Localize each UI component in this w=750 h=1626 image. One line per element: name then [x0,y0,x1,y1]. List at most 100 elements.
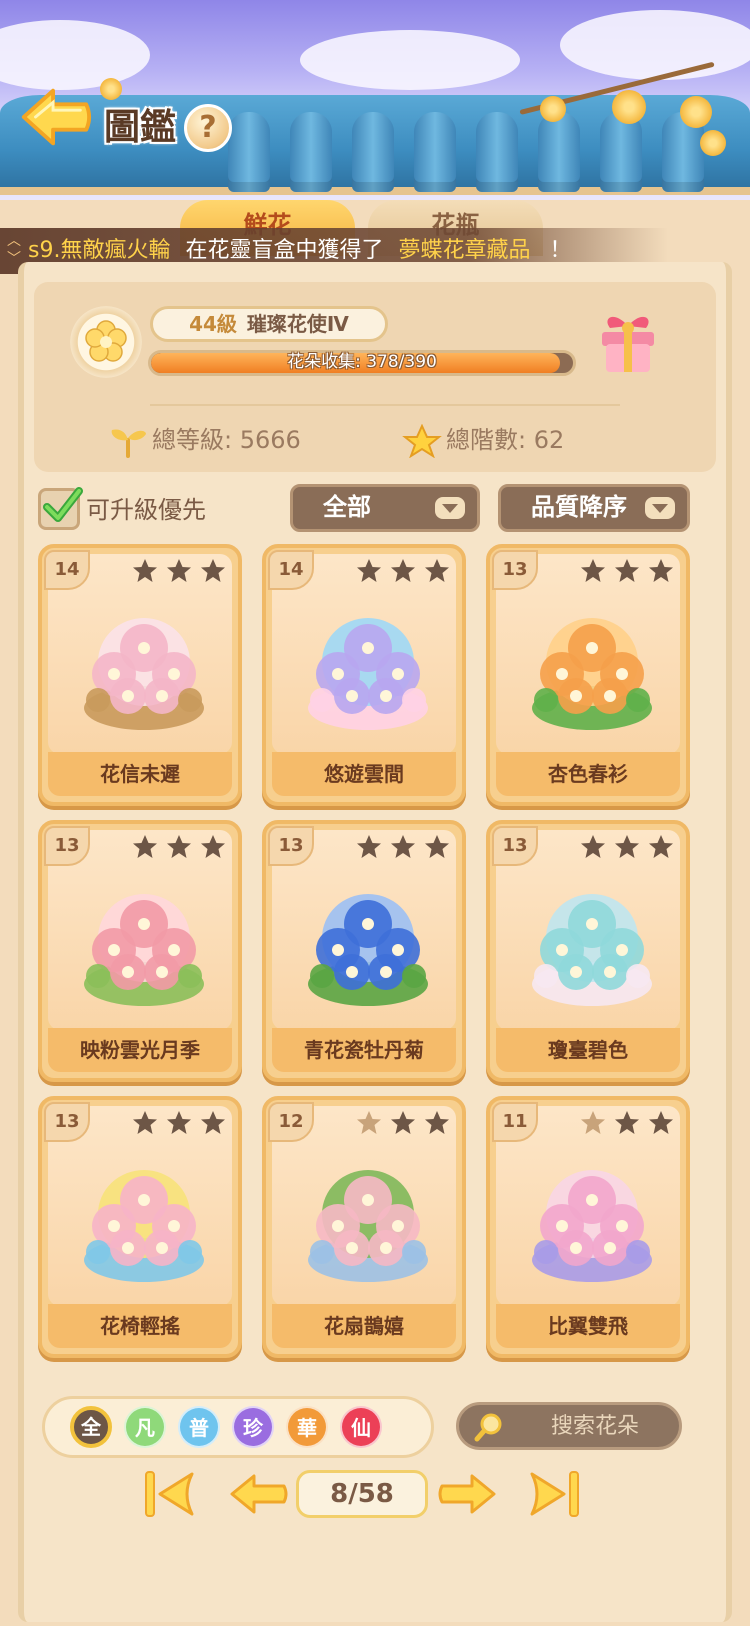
blossom-decoration [680,96,712,128]
collection-progress-text: 花朵收集: 378/390 [287,352,437,372]
card-name: 悠遊雲間 [272,752,456,796]
previous-page-button[interactable] [228,1468,290,1520]
flower-artwork-icon [532,1170,652,1282]
flower-card[interactable]: 14 花信未遲 [38,544,242,806]
page-title: 圖鑑 [104,107,177,148]
ticker-player: s9.無敵瘋火輪 [28,238,171,263]
rarity-filter-epic[interactable]: 華 [286,1406,328,1448]
star-icon [201,835,225,858]
roof-tile [600,112,642,192]
blossom-decoration [700,130,726,156]
star-icon [201,559,225,582]
total-stars-stat: 總階數: 62 [402,420,564,460]
total-level-text: 總等級: 5666 [152,426,301,454]
sort-dropdown-value: 品質降序 [531,493,627,521]
rarity-filter-normal[interactable]: 普 [178,1406,220,1448]
rarity-filter-rare[interactable]: 珍 [232,1406,274,1448]
card-name: 花椅輕搖 [48,1304,232,1348]
upgradable-first-checkbox[interactable] [38,487,83,530]
card-name: 杏色春衫 [496,752,680,796]
star-icon [167,835,191,858]
flower-artwork-icon [308,894,428,1006]
star-icon [133,835,157,858]
card-level-badge: 13 [492,550,538,590]
flower-card[interactable]: 14 悠遊雲間 [262,544,466,806]
rarity-filter-common[interactable]: 凡 [124,1406,166,1448]
cloud-decoration [300,30,520,90]
star-icon [357,559,381,582]
rank-medal [70,306,142,378]
help-button[interactable]: ? [184,104,232,152]
flower-artwork-icon [308,1170,428,1282]
next-page-button[interactable] [436,1468,498,1520]
roof-tile [228,112,270,192]
page-indicator: 8/58 [296,1470,428,1518]
star-icon [615,559,639,582]
ticker-item: 夢蝶花章藏品 [398,238,531,263]
sort-dropdown[interactable]: 品質降序 [498,484,690,532]
flower-artwork-icon [532,618,652,730]
roof-tile [290,112,332,192]
star-icon [425,835,449,858]
flower-card[interactable]: 11 比翼雙飛 [486,1096,690,1358]
last-page-button[interactable] [526,1468,582,1520]
rarity-filter-immortal[interactable]: 仙 [340,1406,382,1448]
gift-box-icon[interactable] [596,310,660,376]
card-level-badge: 13 [44,1102,90,1142]
chevron-down-icon [435,497,465,519]
card-star-rating [572,1110,674,1138]
roof-tile [476,112,518,192]
card-level-badge: 13 [492,826,538,866]
star-icon [425,1111,449,1134]
star-icon [649,835,673,858]
flower-card[interactable]: 13 青花瓷牡丹菊 [262,820,466,1082]
star-icon [357,1111,381,1134]
card-level-badge: 13 [44,826,90,866]
checkmark-icon [43,487,83,522]
search-input[interactable] [515,1405,675,1447]
star-icon [391,835,415,858]
first-page-button[interactable] [142,1468,198,1520]
flower-card[interactable]: 13 杏色春衫 [486,544,690,806]
star-icon [391,1111,415,1134]
star-icon [402,424,442,458]
card-name: 映粉雲光月季 [48,1028,232,1072]
card-name: 花扇鵲嬉 [272,1304,456,1348]
flower-artwork-icon [532,894,652,1006]
back-arrow-icon [21,88,92,146]
card-star-rating [572,834,674,862]
card-level-badge: 14 [268,550,314,590]
player-level: 44級 [189,312,237,336]
card-star-rating [348,558,450,586]
star-icon [649,1111,673,1134]
star-icon [357,835,381,858]
star-icon [581,835,605,858]
rarity-filter-all[interactable]: 全 [70,1406,112,1448]
flower-artwork-icon [84,618,204,730]
star-icon [615,835,639,858]
search-icon [474,1413,502,1442]
back-button[interactable] [16,80,94,154]
card-level-badge: 11 [492,1102,538,1142]
card-star-rating [572,558,674,586]
flower-card[interactable]: 13 映粉雲光月季 [38,820,242,1082]
ticker-end: ！ [549,238,572,263]
flower-card[interactable]: 12 花扇鵲嬉 [262,1096,466,1358]
flower-artwork-icon [84,894,204,1006]
roof-tile [352,112,394,192]
card-name: 花信未遲 [48,752,232,796]
flower-card[interactable]: 13 瓊臺碧色 [486,820,690,1082]
chevron-down-icon [645,497,675,519]
star-icon [425,559,449,582]
card-level-badge: 14 [44,550,90,590]
blossom-decoration [100,78,122,100]
blossom-decoration [612,90,646,124]
search-box [456,1402,682,1450]
star-icon [391,559,415,582]
category-dropdown[interactable]: 全部 [290,484,480,532]
upgradable-first-label[interactable]: 可升級優先 [86,492,206,528]
star-icon [167,1111,191,1134]
flower-card[interactable]: 13 花椅輕搖 [38,1096,242,1358]
star-icon [133,1111,157,1134]
sprout-icon [111,429,146,458]
